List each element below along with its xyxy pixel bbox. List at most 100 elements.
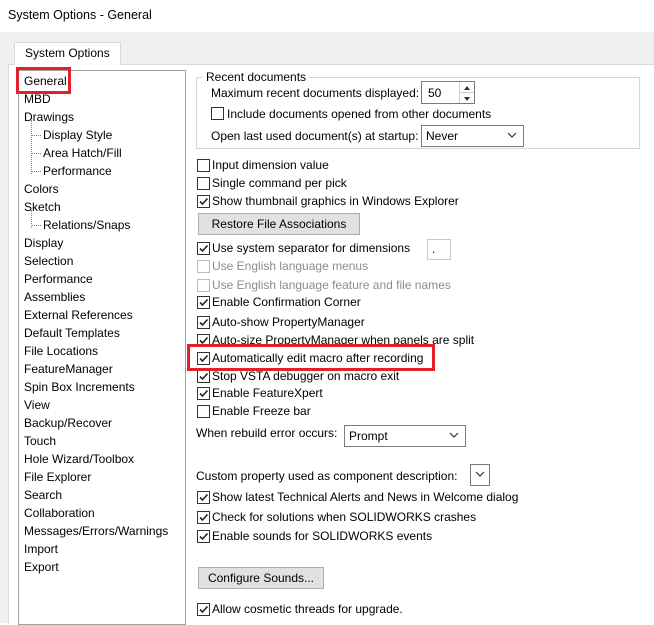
restore-file-associations-button[interactable]: Restore File Associations [198,213,360,235]
tree-item-display[interactable]: Display [24,234,63,252]
single-command-checkbox[interactable] [197,177,210,190]
tree-item-area-hatch-fill[interactable]: Area Hatch/Fill [43,144,122,162]
featurexpert-checkbox[interactable] [197,387,210,400]
freeze-bar-label: Enable Freeze bar [212,404,311,418]
enable-sounds-checkbox[interactable] [197,530,210,543]
checkmark-icon [199,605,209,614]
checkmark-icon [199,389,209,398]
tree-item-messages-errors-warnings[interactable]: Messages/Errors/Warnings [24,522,168,540]
configure-sounds-button[interactable]: Configure Sounds... [198,567,324,589]
max-recent-label: Maximum recent documents displayed: [211,86,420,100]
open-last-label: Open last used document(s) at startup: [211,129,419,143]
highlight-box-auto-edit-macro [187,344,435,371]
checkmark-icon [199,532,209,541]
stop-vsta-label: Stop VSTA debugger on macro exit [212,369,400,383]
rebuild-error-label: When rebuild error occurs: [196,426,338,440]
featurexpert-label: Enable FeatureXpert [212,386,323,400]
tree-connector [32,171,41,172]
tree-item-display-style[interactable]: Display Style [43,126,112,144]
chevron-down-icon [449,432,459,438]
confirmation-corner-checkbox[interactable] [197,296,210,309]
show-thumbnail-checkbox[interactable] [197,195,210,208]
input-dimension-value-label: Input dimension value [212,158,329,172]
technical-alerts-label: Show latest Technical Alerts and News in… [212,490,519,504]
tree-item-touch[interactable]: Touch [24,432,56,450]
tree-item-relations-snaps[interactable]: Relations/Snaps [43,216,130,234]
max-recent-value: 50 [428,86,442,100]
spin-down-icon[interactable] [460,93,474,103]
system-separator-checkbox[interactable] [197,242,210,255]
tree-item-selection[interactable]: Selection [24,252,73,270]
tab-system-options[interactable]: System Options [14,42,121,65]
rebuild-error-select[interactable]: Prompt [344,425,466,447]
cosmetic-threads-label: Allow cosmetic threads for upgrade. [212,602,403,616]
auto-show-pm-checkbox[interactable] [197,316,210,329]
tree-item-spin-box-increments[interactable]: Spin Box Increments [24,378,135,396]
tree-item-view[interactable]: View [24,396,50,414]
tree-item-drawings-performance[interactable]: Performance [43,162,112,180]
tree-item-performance[interactable]: Performance [24,270,93,288]
tree-item-file-explorer[interactable]: File Explorer [24,468,91,486]
checkmark-icon [199,493,209,502]
chevron-down-icon [507,132,517,138]
stop-vsta-checkbox[interactable] [197,370,210,383]
spin-buttons[interactable] [459,82,474,103]
freeze-bar-checkbox[interactable] [197,405,210,418]
separator-field[interactable]: . [427,239,451,260]
checkmark-icon [199,372,209,381]
check-solutions-label: Check for solutions when SOLIDWORKS cras… [212,510,477,524]
tree-item-default-templates[interactable]: Default Templates [24,324,120,342]
tree-item-assemblies[interactable]: Assemblies [24,288,85,306]
checkmark-icon [199,244,209,253]
enable-sounds-label: Enable sounds for SOLIDWORKS events [212,529,433,543]
open-last-value: Never [426,129,459,143]
check-solutions-checkbox[interactable] [197,511,210,524]
spin-up-icon[interactable] [460,82,474,93]
checkmark-icon [199,197,209,206]
tree-item-hole-wizard-toolbox[interactable]: Hole Wizard/Toolbox [24,450,134,468]
include-docs-checkbox[interactable] [211,107,224,120]
tree-connector [31,120,32,174]
single-command-label: Single command per pick [212,176,347,190]
max-recent-spinbox[interactable]: 50 [421,81,475,104]
tree-connector [32,153,41,154]
system-separator-label: Use system separator for dimensions [212,241,411,255]
checkmark-icon [199,513,209,522]
show-thumbnail-label: Show thumbnail graphics in Windows Explo… [212,194,459,208]
english-feature-names-label: Use English language feature and file na… [212,278,451,292]
tree-item-file-locations[interactable]: File Locations [24,342,98,360]
custom-property-select[interactable] [470,464,490,486]
tree-connector [32,225,41,226]
tree-item-featuremanager[interactable]: FeatureManager [24,360,113,378]
confirmation-corner-label: Enable Confirmation Corner [212,295,361,309]
english-feature-names-checkbox[interactable] [197,279,210,292]
title-bar: System Options - General [0,0,654,32]
checkmark-icon [199,318,209,327]
tree-connector [32,135,41,136]
recent-documents-legend: Recent documents [203,70,310,84]
cosmetic-threads-checkbox[interactable] [197,603,210,616]
input-dimension-value-checkbox[interactable] [197,159,210,172]
checkmark-icon [199,298,209,307]
english-menus-label: Use English language menus [212,259,369,273]
english-menus-checkbox[interactable] [197,260,210,273]
window-title: System Options - General [8,8,152,22]
tree-item-export[interactable]: Export [24,558,59,576]
tree-item-collaboration[interactable]: Collaboration [24,504,95,522]
auto-show-pm-label: Auto-show PropertyManager [212,315,365,329]
tree-item-sketch[interactable]: Sketch [24,198,61,216]
technical-alerts-checkbox[interactable] [197,491,210,504]
options-tree: General MBD Drawings Display Style Area … [18,70,186,625]
tree-item-backup-recover[interactable]: Backup/Recover [24,414,112,432]
chevron-down-icon [475,471,485,477]
tree-item-colors[interactable]: Colors [24,180,59,198]
tree-item-import[interactable]: Import [24,540,58,558]
tree-item-external-references[interactable]: External References [24,306,133,324]
custom-property-label: Custom property used as component descri… [196,469,458,483]
open-last-select[interactable]: Never [421,125,524,147]
highlight-box-general [16,67,71,94]
tree-item-search[interactable]: Search [24,486,62,504]
separator-value: . [432,242,436,256]
rebuild-error-value: Prompt [349,429,388,443]
include-docs-label: Include documents opened from other docu… [227,107,492,121]
